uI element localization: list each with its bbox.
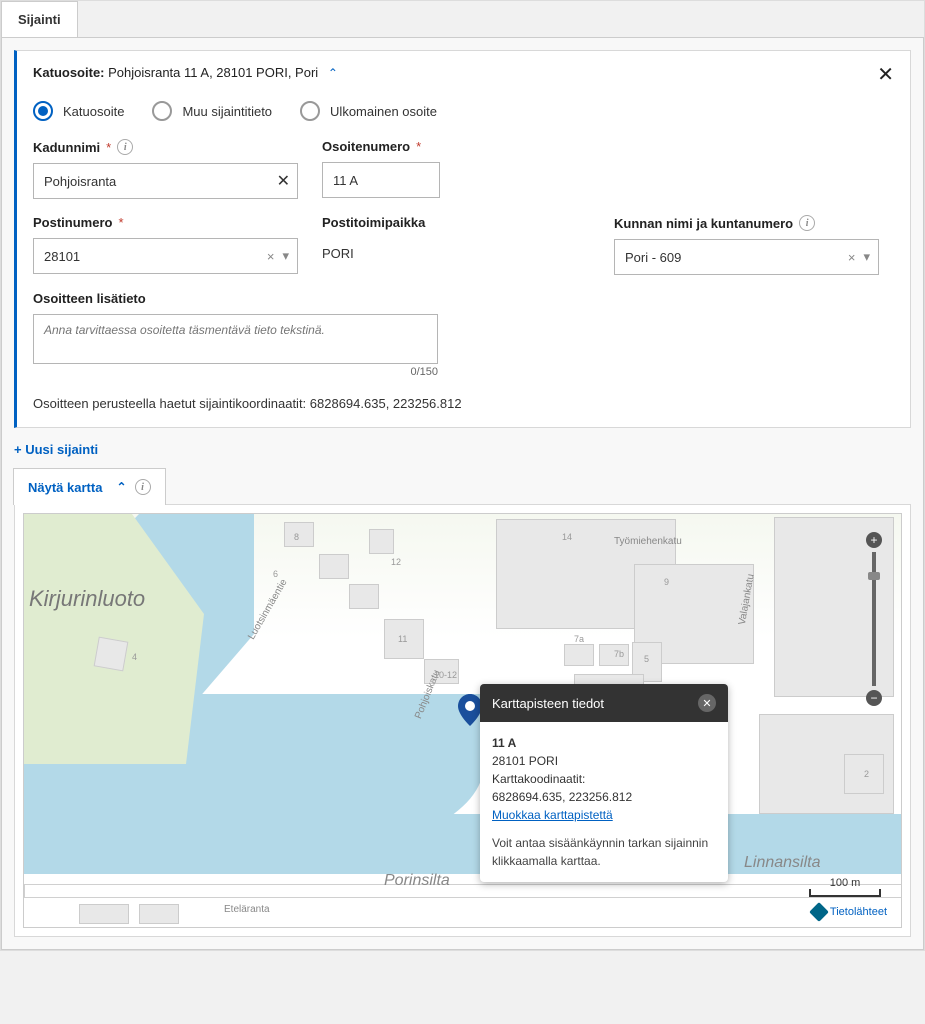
radio-icon	[152, 101, 172, 121]
char-count: 0/150	[33, 366, 438, 378]
address-card: Katuosoite: Pohjoisranta 11 A, 28101 POR…	[14, 50, 911, 428]
chevron-down-icon[interactable]: ▾	[863, 249, 870, 265]
card-title-value: Pohjoisranta 11 A, 28101 PORI, Pori	[108, 65, 318, 80]
number-input[interactable]	[322, 162, 440, 198]
coords-text: Osoitteen perusteella haetut sijaintikoo…	[33, 396, 894, 411]
city-value: PORI	[322, 238, 440, 261]
postal-value: 28101	[44, 249, 80, 264]
zoom-in-button[interactable]: +	[866, 532, 882, 548]
postal-combo[interactable]: 28101 × ▾	[33, 238, 298, 274]
tab-sijainti[interactable]: Sijainti	[1, 1, 78, 37]
zoom-slider[interactable]	[872, 552, 876, 686]
popup-hint: Voit antaa sisäänkäynnin tarkan sijainni…	[492, 834, 716, 870]
popup-line2: 28101 PORI	[492, 754, 558, 768]
info-icon[interactable]: i	[117, 139, 133, 155]
street-tyomiehenkatu: Työmiehenkatu	[614, 536, 682, 547]
radio-muu[interactable]: Muu sijaintitieto	[152, 101, 272, 121]
chevron-down-icon[interactable]: ▾	[282, 248, 289, 264]
card-title-prefix: Katuosoite:	[33, 65, 105, 80]
map-toggle[interactable]: Näytä kartta ⌃ i	[13, 468, 166, 505]
popup-line3: Karttakoodinaatit:	[492, 772, 585, 786]
street-label: Kadunnimi	[33, 140, 100, 155]
attribution-icon	[809, 902, 829, 922]
muni-combo[interactable]: Pori - 609 × ▾	[614, 239, 879, 275]
radio-label: Katuosoite	[63, 104, 124, 119]
radio-katuosoite[interactable]: Katuosoite	[33, 101, 124, 121]
map-label-kirjurinluoto: Kirjurinluoto	[29, 586, 145, 612]
muni-label: Kunnan nimi ja kuntanumero	[614, 216, 793, 231]
clear-icon[interactable]: ×	[848, 250, 856, 265]
attribution-label: Tietolähteet	[830, 906, 887, 918]
info-icon[interactable]: i	[799, 215, 815, 231]
radio-icon	[300, 101, 320, 121]
radio-label: Muu sijaintitieto	[182, 104, 272, 119]
extra-textarea[interactable]	[33, 314, 438, 364]
extra-label: Osoitteen lisätieto	[33, 291, 146, 306]
map[interactable]: Kirjurinluoto Porinsilta Linnansilta Ete…	[23, 513, 902, 928]
chevron-up-icon: ⌃	[328, 66, 338, 80]
map-toggle-label: Näytä kartta	[28, 480, 102, 495]
card-title[interactable]: Katuosoite: Pohjoisranta 11 A, 28101 POR…	[33, 65, 338, 80]
number-label: Osoitenumero	[322, 139, 410, 154]
map-attribution[interactable]: Tietolähteet	[812, 905, 887, 919]
map-label-linnansilta: Linnansilta	[744, 854, 821, 872]
radio-ulkomainen[interactable]: Ulkomainen osoite	[300, 101, 437, 121]
map-pin[interactable]	[458, 694, 482, 726]
map-label-porinsilta: Porinsilta	[384, 872, 450, 890]
muni-value: Pori - 609	[625, 250, 681, 265]
map-popup: Karttapisteen tiedot ✕ 11 A 28101 PORI K…	[480, 684, 728, 882]
add-location-link[interactable]: + Uusi sijainti	[14, 442, 98, 457]
street-input[interactable]	[33, 163, 298, 199]
clear-icon[interactable]: ✕	[277, 171, 290, 191]
postal-label: Postinumero	[33, 215, 112, 230]
zoom-control: + −	[865, 532, 883, 706]
zoom-out-button[interactable]: −	[866, 690, 882, 706]
popup-line1: 11 A	[492, 736, 516, 750]
popup-edit-link[interactable]: Muokkaa karttapistettä	[492, 808, 613, 822]
street-etelaranta: Eteläranta	[224, 904, 270, 915]
popup-close-icon[interactable]: ✕	[698, 694, 716, 712]
clear-icon[interactable]: ×	[267, 249, 275, 264]
radio-icon	[33, 101, 53, 121]
scale-label: 100 m	[830, 877, 861, 889]
popup-title: Karttapisteen tiedot	[492, 696, 604, 711]
close-icon[interactable]: ✕	[877, 65, 894, 85]
popup-line4: 6828694.635, 223256.812	[492, 790, 632, 804]
radio-label: Ulkomainen osoite	[330, 104, 437, 119]
scale-bar: 100 m	[809, 877, 881, 897]
chevron-up-icon: ⌃	[116, 480, 126, 494]
zoom-handle[interactable]	[868, 572, 880, 580]
city-label: Postitoimipaikka	[322, 215, 425, 230]
info-icon[interactable]: i	[135, 479, 151, 495]
